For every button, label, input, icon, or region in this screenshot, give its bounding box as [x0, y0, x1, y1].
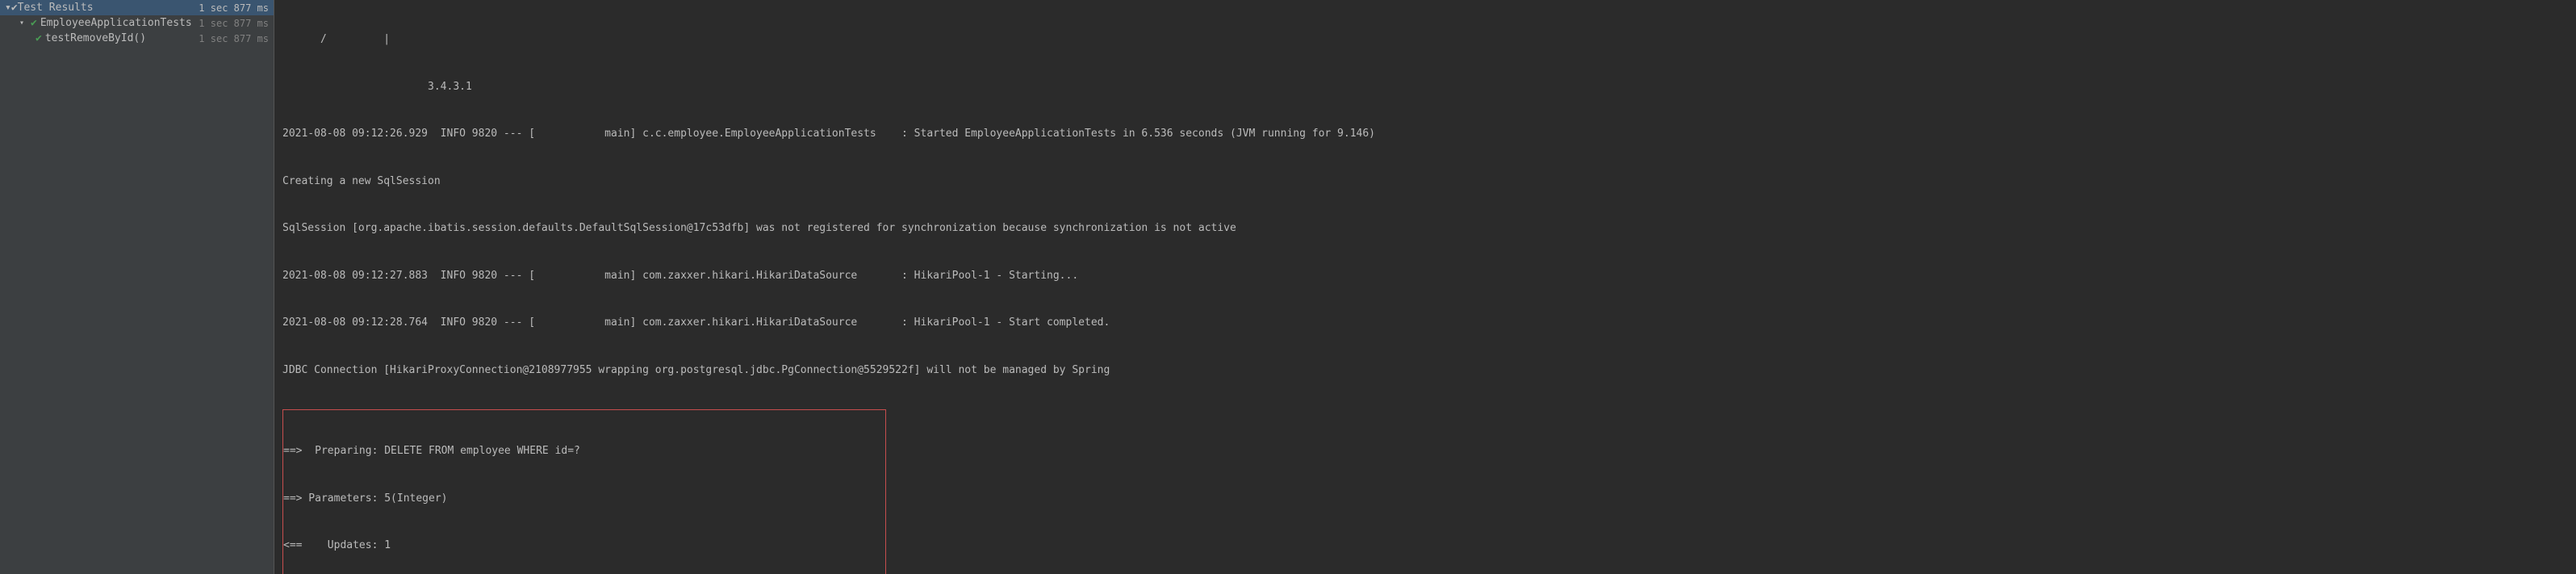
test-results-title: Test Results: [18, 2, 199, 14]
console-line: JDBC Connection [HikariProxyConnection@2…: [282, 362, 2568, 379]
tree-item-label: EmployeeApplicationTests: [40, 17, 199, 29]
highlighted-log-block: ==> Preparing: DELETE FROM employee WHER…: [282, 409, 886, 574]
test-tree-panel: ▾ ✔ Test Results 1 sec 877 ms ▾ ✔ Employ…: [0, 0, 274, 574]
chevron-down-icon: ▾: [5, 2, 11, 14]
test-results-duration: 1 sec 877 ms: [199, 2, 269, 14]
console-line: / |: [282, 31, 2568, 48]
console-line: 3.4.3.1: [282, 79, 2568, 95]
console-line: 2021-08-08 09:12:27.883 INFO 9820 --- [ …: [282, 268, 2568, 284]
check-icon: ✔: [31, 17, 37, 29]
console-line: Creating a new SqlSession: [282, 174, 2568, 190]
chevron-down-icon: ▾: [19, 19, 31, 27]
console-line: 2021-08-08 09:12:26.929 INFO 9820 --- [ …: [282, 126, 2568, 142]
test-results-header[interactable]: ▾ ✔ Test Results 1 sec 877 ms: [0, 0, 274, 15]
tree-item-duration: 1 sec 877 ms: [199, 18, 269, 29]
check-icon: ✔: [36, 32, 42, 44]
tree-item-method[interactable]: ✔ testRemoveById() 1 sec 877 ms: [0, 31, 274, 46]
console-line: ==> Preparing: DELETE FROM employee WHER…: [283, 443, 885, 459]
console-line: SqlSession [org.apache.ibatis.session.de…: [282, 220, 2568, 237]
console-line: <== Updates: 1: [283, 538, 885, 554]
console-output[interactable]: / | 3.4.3.1 2021-08-08 09:12:26.929 INFO…: [274, 0, 2576, 574]
check-icon: ✔: [11, 2, 18, 14]
console-line: ==> Parameters: 5(Integer): [283, 491, 885, 507]
tree-item-duration: 1 sec 877 ms: [199, 33, 269, 44]
tree-item-class[interactable]: ▾ ✔ EmployeeApplicationTests 1 sec 877 m…: [0, 15, 274, 31]
console-line: 2021-08-08 09:12:28.764 INFO 9820 --- [ …: [282, 315, 2568, 331]
tree-item-label: testRemoveById(): [45, 32, 199, 44]
